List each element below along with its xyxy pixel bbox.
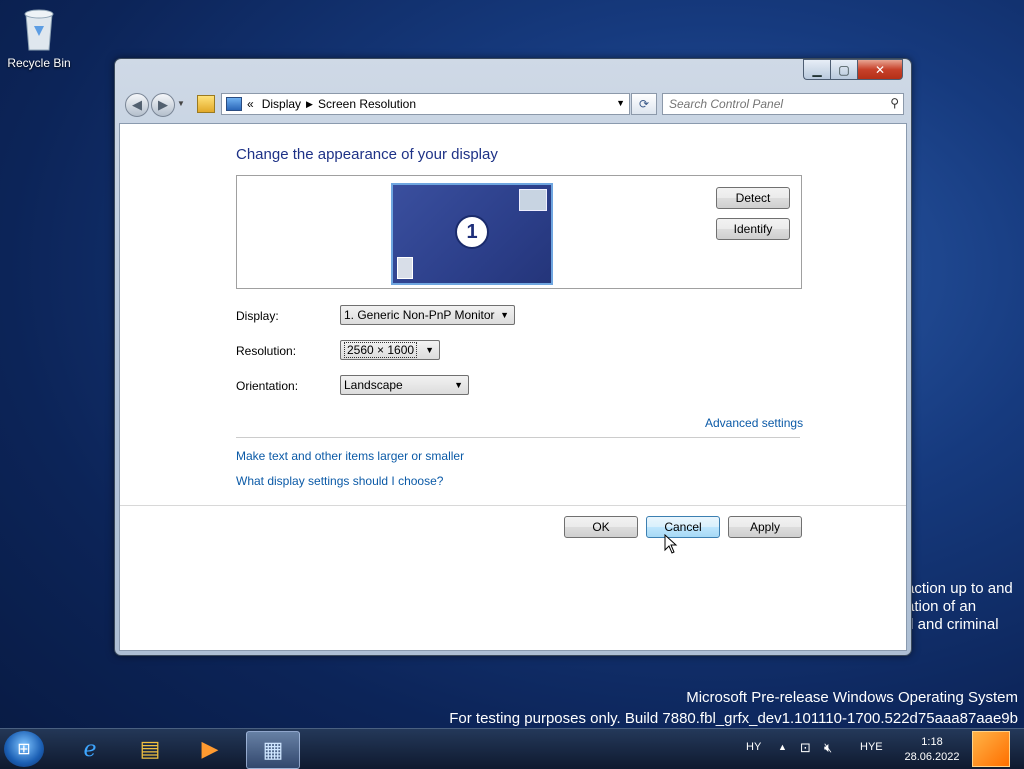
recycle-bin-icon xyxy=(22,6,56,52)
recycle-bin-label: Recycle Bin xyxy=(7,56,71,70)
back-arrow-icon: ◀ xyxy=(132,97,142,112)
watermark-line2: For testing purposes only. Build 7880.fb… xyxy=(449,710,1018,727)
apply-button[interactable]: Apply xyxy=(728,516,802,538)
forward-button[interactable]: ▶ xyxy=(151,93,175,117)
navigation-bar: ◀ ▶ ▼ « Display ▶ Screen Resolution ▼ ⟳ … xyxy=(121,91,905,117)
monitor-preview-area: 1 Detect Identify xyxy=(236,175,802,289)
clock[interactable]: 1:18 28.06.2022 xyxy=(900,735,964,765)
clock-date: 28.06.2022 xyxy=(904,751,960,763)
show-hidden-icons[interactable]: ▲ xyxy=(778,742,787,752)
ok-button[interactable]: OK xyxy=(564,516,638,538)
forward-arrow-icon: ▶ xyxy=(158,97,168,112)
orientation-select[interactable]: Landscape ▼ xyxy=(340,375,469,395)
maximize-button[interactable]: ▢ xyxy=(830,59,857,80)
control-panel-icon xyxy=(226,97,242,111)
display-select[interactable]: 1. Generic Non-PnP Monitor ▼ xyxy=(340,305,515,325)
orientation-select-value: Landscape xyxy=(344,378,403,392)
explorer-button[interactable]: ▤ xyxy=(124,731,176,767)
background-text-2: ation of an xyxy=(906,598,977,615)
internet-explorer-button[interactable]: ℯ xyxy=(64,731,116,767)
folder-icon: ▤ xyxy=(139,736,161,761)
content-pane: Change the appearance of your display 1 … xyxy=(119,123,907,651)
caption-buttons: ▁ ▢ ✕ xyxy=(803,59,903,80)
orientation-label: Orientation: xyxy=(236,379,299,393)
chevron-down-icon: ▼ xyxy=(454,380,463,390)
network-icon[interactable]: ⊡ xyxy=(800,740,811,756)
chevron-down-icon: ▼ xyxy=(500,310,509,320)
address-bar[interactable]: « Display ▶ Screen Resolution ▼ xyxy=(221,93,630,115)
cancel-button[interactable]: Cancel xyxy=(646,516,720,538)
internet-explorer-icon: ℯ xyxy=(83,736,97,761)
search-icon[interactable]: ⚲ xyxy=(890,96,899,110)
control-panel-icon: ▦ xyxy=(262,737,284,762)
address-dropdown-icon[interactable]: ▼ xyxy=(616,98,625,108)
recent-pages-dropdown-icon[interactable]: ▼ xyxy=(177,99,185,108)
refresh-button[interactable]: ⟳ xyxy=(631,93,657,115)
mouse-cursor-icon xyxy=(664,534,678,554)
back-button[interactable]: ◀ xyxy=(125,93,149,117)
clock-time: 1:18 xyxy=(921,736,943,748)
address-chevron[interactable]: « xyxy=(247,97,254,111)
taskbar-thumbnail-icon xyxy=(397,257,413,279)
advanced-settings-link[interactable]: Advanced settings xyxy=(705,416,803,430)
volume-muted-icon[interactable]: 🔇︎ xyxy=(824,740,832,756)
divider xyxy=(236,437,800,438)
breadcrumb-screen-resolution[interactable]: Screen Resolution xyxy=(318,97,416,111)
close-button[interactable]: ✕ xyxy=(857,59,903,80)
page-title: Change the appearance of your display xyxy=(236,146,498,163)
start-button[interactable]: ⊞ xyxy=(4,731,44,767)
minimize-button[interactable]: ▁ xyxy=(803,59,830,80)
refresh-icon: ⟳ xyxy=(638,97,650,111)
button-row-divider xyxy=(120,505,906,506)
user-thumbnail-icon[interactable] xyxy=(972,731,1010,767)
search-input[interactable] xyxy=(663,94,881,114)
control-panel-taskbar-button[interactable]: ▦ xyxy=(246,731,300,769)
window-thumbnail-icon xyxy=(519,189,547,211)
resolution-label: Resolution: xyxy=(236,344,297,358)
background-text-1: action up to and xyxy=(906,580,1013,597)
monitor-number-badge: 1 xyxy=(455,215,489,249)
breadcrumb-display[interactable]: Display xyxy=(262,97,301,111)
keyboard-layout-indicator[interactable]: HYE xyxy=(860,741,883,753)
resolution-select[interactable]: 2560 × 1600 ▼ xyxy=(340,340,440,360)
text-size-link[interactable]: Make text and other items larger or smal… xyxy=(236,449,464,463)
resolution-select-value: 2560 × 1600 xyxy=(344,342,418,358)
detect-button[interactable]: Detect xyxy=(716,187,790,209)
identify-button[interactable]: Identify xyxy=(716,218,790,240)
windows-logo-icon: ⊞ xyxy=(17,741,31,758)
breadcrumb-separator-icon[interactable]: ▶ xyxy=(306,99,313,110)
taskbar: ⊞ ℯ ▤ ▶ ▦ HY ▲ ⊡ 🔇︎ HYE 1:18 28.06.2022 xyxy=(0,728,1024,769)
search-box[interactable]: ⚲ xyxy=(662,93,904,115)
recycle-bin-shortcut[interactable]: Recycle Bin xyxy=(6,6,72,70)
up-folder-icon[interactable] xyxy=(197,95,215,113)
screen-resolution-window: ▁ ▢ ✕ ◀ ▶ ▼ « Display ▶ Screen Resolutio… xyxy=(114,58,912,656)
display-label: Display: xyxy=(236,309,279,323)
display-settings-help-link[interactable]: What display settings should I choose? xyxy=(236,474,443,488)
monitor-1-preview[interactable]: 1 xyxy=(391,183,553,285)
display-select-value: 1. Generic Non-PnP Monitor xyxy=(344,308,495,322)
language-indicator[interactable]: HY xyxy=(746,741,761,753)
background-text-3: /l and criminal xyxy=(906,616,999,633)
chevron-down-icon: ▼ xyxy=(425,345,434,355)
watermark-line1: Microsoft Pre-release Windows Operating … xyxy=(686,689,1018,706)
media-player-icon: ▶ xyxy=(201,736,219,761)
media-player-button[interactable]: ▶ xyxy=(184,731,236,767)
